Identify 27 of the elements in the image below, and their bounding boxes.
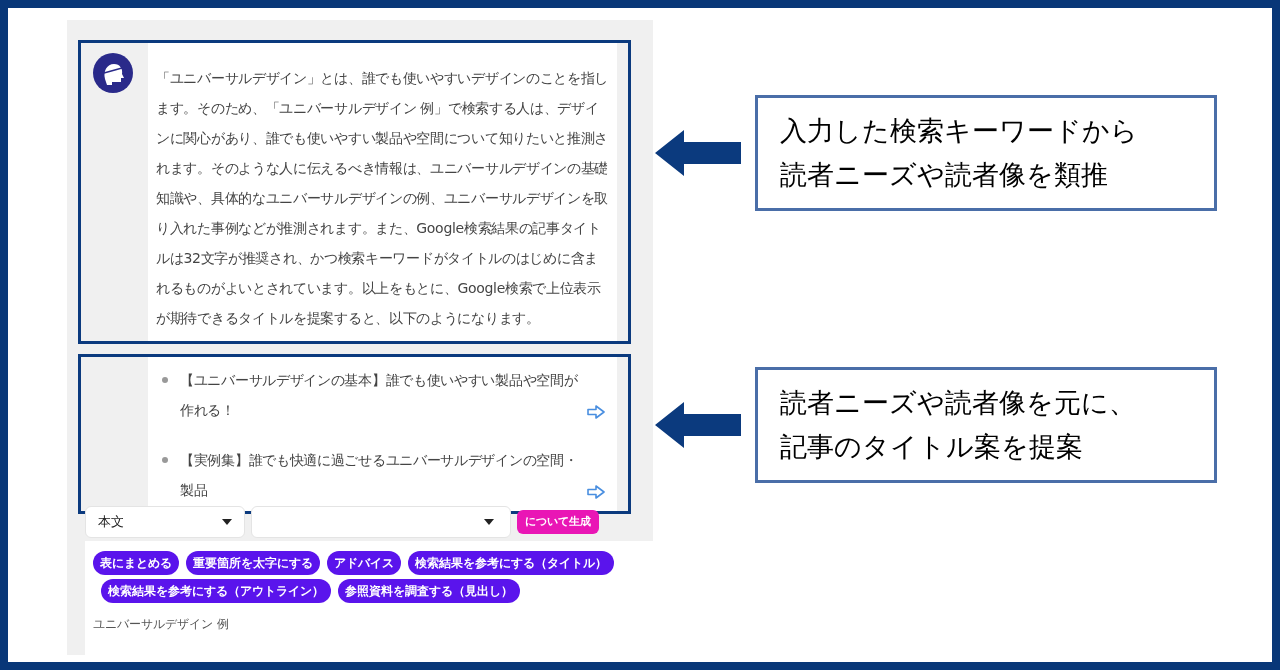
suggestion-text: 作れる！ (180, 401, 236, 420)
action-chip[interactable]: 参照資料を調査する（見出し） (338, 579, 520, 603)
generate-button[interactable]: について生成 (517, 510, 599, 534)
callout-text: 読者ニーズや読者像を元に、 (780, 386, 1137, 420)
callout-text: 読者ニーズや読者像を類推 (780, 158, 1109, 192)
action-chip[interactable]: 検索結果を参考にする（タイトル） (408, 551, 614, 575)
arrow-right-icon[interactable] (587, 485, 605, 499)
bullet (162, 457, 168, 463)
left-arrow-icon (655, 130, 741, 176)
caret-icon (222, 519, 232, 525)
left-arrow-icon (655, 402, 741, 448)
caret-icon (484, 519, 494, 525)
callout-text: 記事のタイトル案を提案 (780, 430, 1084, 464)
keyword-field[interactable]: ユニバーサルデザイン 例 (93, 615, 493, 633)
message-paragraph: 「ユニバーサルデザイン」とは、誰でも使いやすいデザインのことを指します。そのため、「ユニバーサルデザイン 例」で検索する人は、デザインに関心があり、誰でも使いやすい製品や空間について知りたいと推測されます。そのような人に伝えるべき情報は、ユニバーサルデザインの基礎知識や、具体的なユニバーサルデザインの例、ユニバーサルデザインを取り入れた事例などが推測されます。また、Google検索結果の記事タイトルは32文字が推奨され、かつ検索キーワードがタイトルのはじめに含まれるものがよいとされています。以上をもとに、Google検索で上位表示が期待できるタイトルを提案すると、以下のようになります。 (156, 69, 609, 328)
style-select[interactable]: 本文 (85, 506, 245, 538)
action-chip[interactable]: 検索結果を参考にする（アウトライン） (101, 579, 331, 603)
avatar-icon (93, 53, 133, 93)
action-chip[interactable]: 重要箇所を太字にする (186, 551, 320, 575)
bullet (162, 377, 168, 383)
suggestion-text: 【実例集】誰でも快適に過ごせるユニバーサルデザインの空間・ (180, 451, 579, 470)
action-chip[interactable]: 表にまとめる (93, 551, 179, 575)
action-chip[interactable]: アドバイス (327, 551, 401, 575)
suggestion-text: 【ユニバーサルデザインの基本】誰でも使いやすい製品や空間が (180, 371, 579, 390)
suggestion-text: 製品 (180, 481, 209, 500)
arrow-right-icon[interactable] (587, 405, 605, 419)
callout-text: 入力した検索キーワードから (780, 114, 1139, 148)
